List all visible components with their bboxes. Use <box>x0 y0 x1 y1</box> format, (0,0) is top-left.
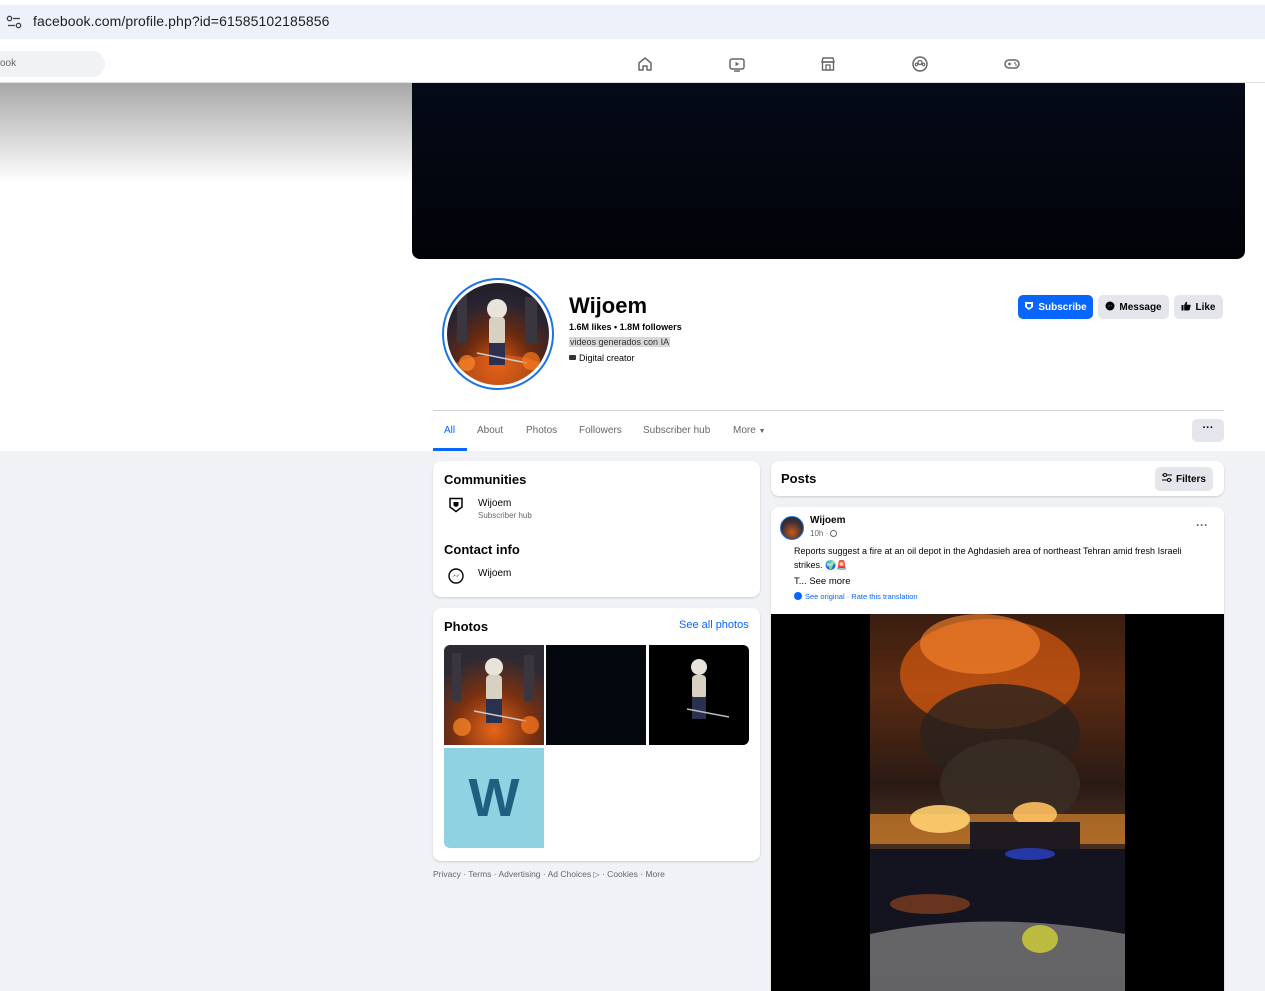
subscribe-icon <box>1024 301 1034 314</box>
like-label: Like <box>1195 301 1216 313</box>
messenger-icon <box>448 568 464 584</box>
intro-card: Communities Wijoem Subscriber hub Contac… <box>433 461 760 597</box>
cover-photo[interactable] <box>412 83 1245 259</box>
address-field[interactable]: facebook.com/profile.php?id=615851021858… <box>0 5 1265 39</box>
post-time-text: 10h · <box>810 529 829 538</box>
filters-button[interactable]: Filters <box>1155 467 1213 491</box>
tab-more-label: More <box>733 425 756 436</box>
communities-title: Communities <box>444 472 527 487</box>
gaming-icon[interactable] <box>1003 55 1021 73</box>
subscribe-button[interactable]: Subscribe <box>1018 295 1093 319</box>
browser-url-bar: facebook.com/profile.php?id=615851021858… <box>0 0 1265 44</box>
video-frame <box>870 614 1125 991</box>
translate-icon <box>794 592 802 600</box>
see-all-photos-link[interactable]: See all photos <box>679 619 749 631</box>
footer-links[interactable]: Privacy · Terms · Advertising · Ad Choic… <box>433 869 665 879</box>
post-text: Reports suggest a fire at an oil depot i… <box>794 546 1182 570</box>
profile-bio: videos generados con IA <box>569 337 671 347</box>
photo-thumbnail[interactable] <box>546 645 646 745</box>
post-options-button[interactable]: ··· <box>1196 518 1208 532</box>
message-button[interactable]: Message <box>1098 295 1169 319</box>
category-label: Digital creator <box>579 353 635 363</box>
site-settings-icon[interactable] <box>6 15 22 29</box>
see-more-link[interactable]: See more <box>809 576 850 587</box>
briefcase-icon <box>569 355 576 360</box>
photo-thumbnail[interactable] <box>444 645 544 745</box>
thumbs-up-icon <box>1181 301 1192 314</box>
active-tab-indicator <box>433 448 467 451</box>
profile-category: Digital creator <box>569 353 635 363</box>
messenger-icon <box>1105 301 1115 314</box>
post-truncated-text: T... <box>794 576 807 587</box>
filters-icon <box>1161 473 1172 485</box>
post-see-more-line: T... See more <box>794 576 851 587</box>
page-name: Wijoem <box>569 293 648 318</box>
likes-followers-stats[interactable]: 1.6M likes • 1.8M followers <box>569 322 682 332</box>
globe-icon <box>830 530 838 537</box>
see-original-link[interactable]: See original <box>805 592 845 601</box>
marketplace-icon[interactable] <box>819 55 837 73</box>
facebook-top-nav: ook <box>0 44 1265 83</box>
tab-subscriber-hub[interactable]: Subscriber hub <box>643 425 710 436</box>
tab-all[interactable]: All <box>444 425 455 436</box>
translation-links: See original · Rate this translation <box>794 592 918 601</box>
footer-text[interactable]: Privacy · Terms · Advertising · Ad Choic… <box>433 869 591 879</box>
left-gradient <box>0 83 412 183</box>
tab-photos[interactable]: Photos <box>526 425 557 436</box>
url-text[interactable]: facebook.com/profile.php?id=615851021858… <box>33 13 330 29</box>
caret-down-icon: ▼ <box>758 428 766 435</box>
subscriber-hub-icon <box>448 497 464 513</box>
placeholder-letter: W <box>468 768 520 828</box>
profile-avatar-image <box>447 283 549 385</box>
tab-more[interactable]: More ▼ <box>733 425 766 436</box>
post-video[interactable] <box>771 614 1224 991</box>
video-icon[interactable] <box>728 55 746 73</box>
rate-translation-link[interactable]: Rate this translation <box>851 592 917 601</box>
post-author[interactable]: Wijoem <box>810 515 845 526</box>
posts-title: Posts <box>781 471 817 486</box>
contact-messenger[interactable]: Wijoem <box>478 568 511 579</box>
photo-thumbnail[interactable] <box>649 645 749 745</box>
subscribe-label: Subscribe <box>1038 301 1087 313</box>
tab-about[interactable]: About <box>477 425 503 436</box>
home-icon[interactable] <box>636 55 654 73</box>
community-name[interactable]: Wijoem <box>478 498 511 509</box>
post-timestamp[interactable]: 10h · <box>810 529 838 538</box>
community-sub: Subscriber hub <box>478 511 532 520</box>
post-author-avatar[interactable] <box>780 516 804 540</box>
groups-icon[interactable] <box>911 55 929 73</box>
contact-info-title: Contact info <box>444 542 520 557</box>
filters-label: Filters <box>1175 473 1206 485</box>
profile-divider <box>433 410 1224 411</box>
photos-card: Photos See all photos W <box>433 608 760 861</box>
photos-title: Photos <box>444 619 489 634</box>
tab-followers[interactable]: Followers <box>579 425 622 436</box>
photo-thumbnail[interactable]: W <box>444 748 544 848</box>
footer-text-2[interactable]: · Cookies · More <box>600 869 665 879</box>
more-options-button[interactable]: ··· <box>1192 419 1224 442</box>
like-button[interactable]: Like <box>1174 295 1223 319</box>
search-input[interactable]: ook <box>0 51 105 77</box>
profile-picture[interactable] <box>442 278 554 390</box>
message-label: Message <box>1119 301 1162 313</box>
